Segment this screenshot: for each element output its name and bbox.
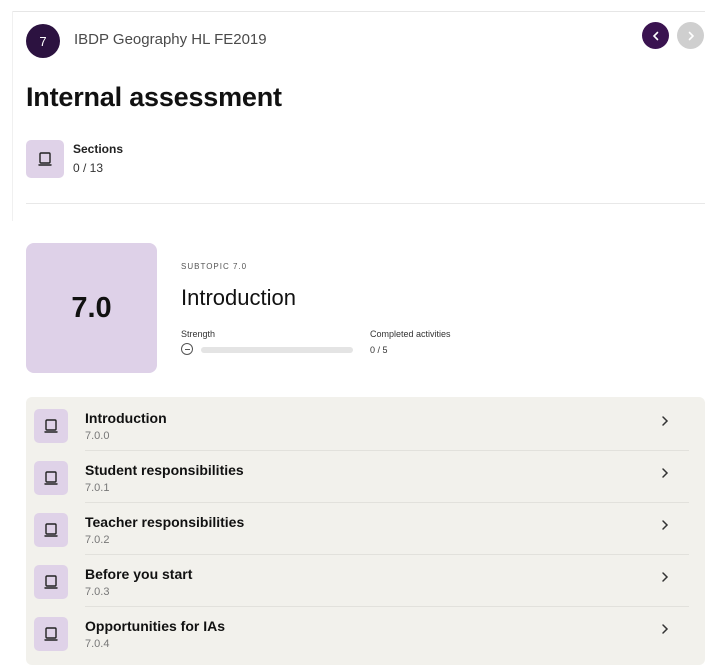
previous-button[interactable]	[642, 22, 669, 49]
list-item-number: 7.0.1	[85, 482, 110, 494]
chevron-right-icon	[660, 622, 670, 640]
list-item-title: Before you start	[85, 566, 193, 582]
list-item-title: Teacher responsibilities	[85, 514, 245, 530]
sections-count: 0 / 13	[73, 161, 104, 175]
completed-activities-value: 0 / 5	[370, 345, 388, 355]
course-title[interactable]: IBDP Geography HL FE2019	[74, 31, 267, 48]
book-icon	[34, 409, 68, 443]
strength-label: Strength	[181, 329, 216, 339]
list-item[interactable]: Student responsibilities 7.0.1	[26, 451, 705, 503]
divider	[26, 203, 705, 204]
list-item-title: Introduction	[85, 410, 167, 426]
sections-label: Sections	[73, 142, 124, 156]
list-item-number: 7.0.2	[85, 534, 110, 546]
strength-progress-bar	[201, 347, 353, 353]
list-item-title: Opportunities for IAs	[85, 618, 225, 634]
chevron-right-icon	[660, 518, 670, 536]
subtopic-title: Introduction	[181, 285, 296, 310]
list-item[interactable]: Opportunities for IAs 7.0.4	[26, 607, 705, 659]
next-button[interactable]	[677, 22, 704, 49]
chevron-right-icon	[660, 466, 670, 484]
card-left-border	[12, 11, 13, 221]
list-item[interactable]: Introduction 7.0.0	[26, 399, 705, 451]
list-item-number: 7.0.4	[85, 638, 110, 650]
book-icon	[34, 617, 68, 651]
list-item-title: Student responsibilities	[85, 462, 244, 478]
topic-number-badge: 7	[26, 24, 60, 58]
book-icon	[34, 565, 68, 599]
activities-list: Introduction 7.0.0 Student responsibilit…	[26, 397, 705, 665]
sections-icon-tile	[26, 140, 64, 178]
list-item[interactable]: Before you start 7.0.3	[26, 555, 705, 607]
list-item-number: 7.0.0	[85, 430, 110, 442]
chevron-right-icon	[660, 570, 670, 588]
subtopic-number-tile: 7.0	[26, 243, 157, 373]
page-title: Internal assessment	[26, 82, 282, 112]
chevron-right-icon	[660, 414, 670, 432]
completed-activities-label: Completed activities	[370, 329, 451, 339]
neutral-face-icon	[181, 343, 193, 355]
chevron-left-icon	[652, 31, 658, 40]
chevron-right-icon	[688, 31, 694, 40]
card-top-border	[12, 11, 705, 12]
book-icon	[38, 152, 52, 166]
subtopic-kicker: SUBTOPIC 7.0	[181, 262, 248, 271]
list-item[interactable]: Teacher responsibilities 7.0.2	[26, 503, 705, 555]
book-icon	[34, 461, 68, 495]
book-icon	[34, 513, 68, 547]
list-item-number: 7.0.3	[85, 586, 110, 598]
